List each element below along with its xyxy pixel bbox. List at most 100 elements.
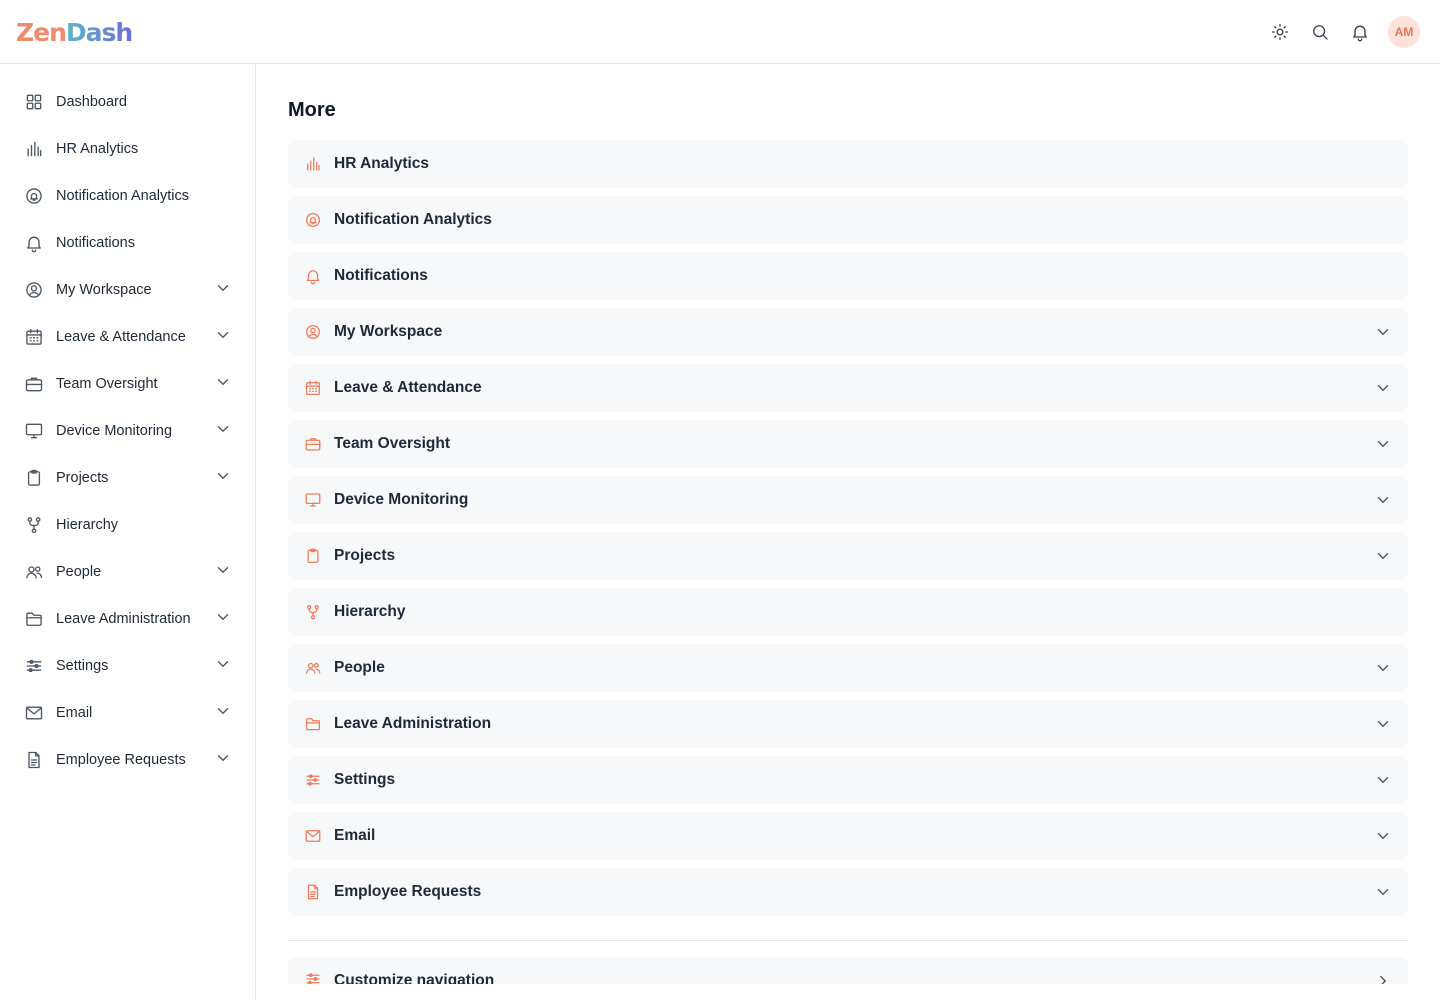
more-item-label: Leave Administration [334,715,492,732]
more-item-label: Leave & Attendance [334,379,482,396]
mail-icon [304,827,322,845]
more-item-hr-analytics[interactable]: HR Analytics [288,140,1408,188]
sidebar-item-label: Team Oversight [56,375,158,392]
briefcase-icon [304,435,322,453]
chevron-down-icon[interactable] [214,373,232,391]
chevron-down-icon[interactable] [1374,323,1392,341]
sidebar-item-leave-and-attendance[interactable]: Leave & Attendance [0,313,255,360]
notifications-button[interactable] [1344,16,1376,48]
users-icon [24,562,44,582]
chevron-right-icon [1374,972,1392,984]
top-bar: Zen Dash AM [0,0,1440,64]
chevron-down-icon[interactable] [214,420,232,438]
more-item-device-monitoring[interactable]: Device Monitoring [288,476,1408,524]
sidebar-item-label: Leave & Attendance [56,328,186,345]
more-item-label: My Workspace [334,323,443,340]
sun-icon [1271,23,1289,41]
page-title: More [288,99,336,121]
chevron-down-icon[interactable] [1374,491,1392,509]
calendar-icon [24,327,44,347]
sidebar-item-leave-administration[interactable]: Leave Administration [0,595,255,642]
mail-icon [24,703,44,723]
sidebar-item-team-oversight[interactable]: Team Oversight [0,360,255,407]
more-item-projects[interactable]: Projects [288,532,1408,580]
sidebar-item-label: Hierarchy [56,516,119,533]
more-item-label: Team Oversight [334,435,451,452]
chevron-down-icon[interactable] [214,702,232,720]
sidebar-item-notification-analytics[interactable]: Notification Analytics [0,172,255,219]
sidebar-item-dashboard[interactable]: Dashboard [0,78,255,125]
more-item-label: Projects [334,547,396,564]
divider [288,940,1408,941]
more-item-notifications[interactable]: Notifications [288,252,1408,300]
sidebar-item-email[interactable]: Email [0,689,255,736]
chevron-down-icon[interactable] [214,749,232,767]
sidebar-item-label: Employee Requests [56,751,186,768]
chevron-down-icon[interactable] [1374,379,1392,397]
sidebar-item-projects[interactable]: Projects [0,454,255,501]
more-list: HR Analytics Notification Analytics Notifi… [288,140,1408,924]
chevron-down-icon[interactable] [1374,435,1392,453]
sliders-icon [304,970,322,984]
chevron-down-icon[interactable] [214,608,232,626]
branch-icon [24,515,44,535]
theme-toggle-button[interactable] [1264,16,1296,48]
chevron-down-icon[interactable] [214,655,232,673]
search-button[interactable] [1304,16,1336,48]
sidebar-item-label: Email [56,704,93,721]
more-item-team-oversight[interactable]: Team Oversight [288,420,1408,468]
bell-icon [304,267,322,285]
more-item-leave-administration[interactable]: Leave Administration [288,700,1408,748]
sidebar-item-hierarchy[interactable]: Hierarchy [0,501,255,548]
chevron-down-icon[interactable] [1374,547,1392,565]
chevron-down-icon[interactable] [1374,659,1392,677]
more-item-hierarchy[interactable]: Hierarchy [288,588,1408,636]
chevron-down-icon[interactable] [214,279,232,297]
sidebar-item-device-monitoring[interactable]: Device Monitoring [0,407,255,454]
sidebar-item-notifications[interactable]: Notifications [0,219,255,266]
sidebar-item-label: Settings [56,657,109,674]
clipboard-icon [24,468,44,488]
folder-icon [24,609,44,629]
sidebar-item-people[interactable]: People [0,548,255,595]
main-content: More HR Analytics Notification Analytics N… [256,64,1440,984]
more-item-email[interactable]: Email [288,812,1408,860]
chevron-down-icon[interactable] [214,467,232,485]
monitor-icon [24,421,44,441]
more-item-label: Settings [334,771,396,788]
user-circle-icon [304,323,322,341]
search-icon [1313,25,1328,40]
more-item-settings[interactable]: Settings [288,756,1408,804]
more-item-label: Notifications [334,267,428,284]
sidebar-item-my-workspace[interactable]: My Workspace [0,266,255,313]
chevron-down-icon[interactable] [1374,827,1392,845]
chevron-down-icon[interactable] [214,326,232,344]
bell-icon [24,233,44,253]
more-item-label: People [334,659,385,676]
bar-chart-icon [304,155,322,173]
chevron-down-icon[interactable] [1374,715,1392,733]
bar-chart-icon [24,139,44,159]
sidebar-item-settings[interactable]: Settings [0,642,255,689]
zendash-logo[interactable]: Zen Dash [16,16,133,48]
more-item-people[interactable]: People [288,644,1408,692]
more-item-leave-and-attendance[interactable]: Leave & Attendance [288,364,1408,412]
sidebar-item-hr-analytics[interactable]: HR Analytics [0,125,255,172]
sidebar-item-employee-requests[interactable]: Employee Requests [0,736,255,783]
sidebar-item-label: Notifications [56,234,135,251]
monitor-icon [304,491,322,509]
clipboard-icon [304,547,322,565]
chevron-down-icon[interactable] [214,561,232,579]
logo-text-dash: Dash [65,17,133,47]
customize-navigation-button[interactable]: Customize navigation [288,957,1408,984]
chevron-down-icon[interactable] [1374,771,1392,789]
user-avatar[interactable]: AM [1388,16,1420,48]
grid-icon [24,92,44,112]
more-item-notification-analytics[interactable]: Notification Analytics [288,196,1408,244]
sidebar-item-label: Projects [56,469,109,486]
sidebar: Dashboard HR Analytics Notification Analyt… [0,64,256,1000]
more-item-my-workspace[interactable]: My Workspace [288,308,1408,356]
bell-circle-icon [304,211,322,229]
chevron-down-icon[interactable] [1374,883,1392,901]
more-item-employee-requests[interactable]: Employee Requests [288,868,1408,916]
